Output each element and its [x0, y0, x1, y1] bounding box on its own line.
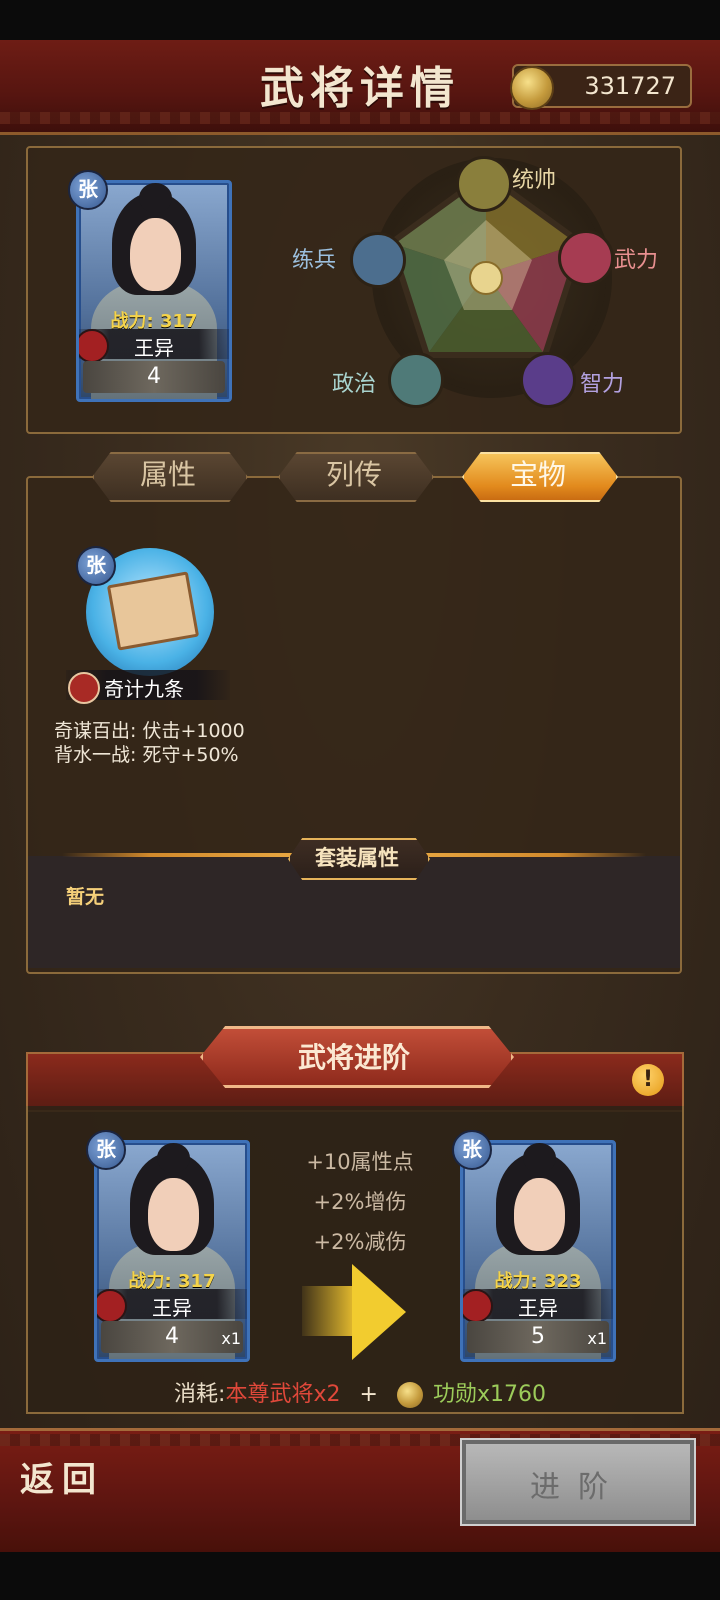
- advance-arrow-icon: [352, 1264, 406, 1360]
- advance-button-label: 进阶: [530, 1470, 626, 1505]
- advance-cost: 消耗:本尊武将x2 + 功勋x1760: [0, 1376, 720, 1408]
- merit-coin-icon: [396, 1382, 423, 1408]
- tab-treasure[interactable]: 宝物: [462, 452, 618, 502]
- training-icon: [350, 232, 406, 288]
- force-icon: [558, 230, 614, 286]
- politics-icon: [388, 352, 444, 408]
- merit-coin-icon: [510, 66, 554, 110]
- center-emblem: [469, 261, 503, 295]
- rarity-badge: 张: [86, 1130, 126, 1170]
- name-bar: 王异: [79, 329, 229, 363]
- rarity-badge: 张: [452, 1130, 492, 1170]
- set-value: 暂无: [66, 886, 105, 908]
- info-icon[interactable]: !: [632, 1064, 664, 1096]
- treasure-name: 奇计九条: [104, 677, 184, 701]
- bonus-line-2: +2%增伤: [313, 1190, 407, 1214]
- name-bar: 王异: [97, 1289, 247, 1323]
- advance-title: 武将进阶: [297, 1041, 410, 1074]
- bonus-line-1: +10属性点: [306, 1150, 414, 1174]
- general-card[interactable]: 战力: 317 王异 4: [76, 180, 232, 402]
- stat-training-label: 练兵: [292, 248, 337, 273]
- name-bar: 王异: [463, 1289, 613, 1323]
- cost-label: 消耗:: [174, 1382, 226, 1407]
- command-icon: [456, 156, 512, 212]
- general-name: 王异: [152, 1296, 192, 1320]
- advance-button[interactable]: 进阶: [460, 1438, 696, 1526]
- cost-item: 本尊武将x2: [225, 1382, 341, 1407]
- tab-label: 属性: [139, 458, 196, 491]
- intelligence-icon: [520, 352, 576, 408]
- currency-value: 331727: [584, 72, 676, 100]
- back-button[interactable]: 返回: [20, 1452, 104, 1501]
- advance-to-card[interactable]: 战力: 323 王异 5 x1: [460, 1140, 616, 1362]
- treasure-effect-1: 奇谋百出: 伏击+1000: [54, 720, 245, 742]
- tab-attributes[interactable]: 属性: [92, 452, 248, 502]
- level-bar: 4: [83, 361, 225, 393]
- advance-arrow-body: [302, 1286, 356, 1336]
- currency-display[interactable]: 331727: [510, 64, 692, 110]
- general-name: 王异: [518, 1296, 558, 1320]
- general-name: 王异: [134, 336, 174, 360]
- treasure-effect-2: 背水一战: 死守+50%: [54, 744, 239, 766]
- stat-force-label: 武力: [614, 248, 659, 273]
- app-root: 武将详情 331727 战力: 317 王异 4 张 统帅 武力 智力 政治 练…: [0, 0, 720, 1600]
- tab-label: 列传: [325, 458, 382, 491]
- book-icon: [106, 571, 200, 651]
- stat-intelligence-label: 智力: [580, 372, 625, 397]
- nav-bar-area: [0, 1552, 720, 1600]
- tab-biography[interactable]: 列传: [278, 452, 434, 502]
- general-level: 4: [147, 364, 161, 389]
- stat-command-label: 统帅: [512, 168, 557, 193]
- status-bar-area: [0, 0, 720, 40]
- cost-merit: 功勋x1760: [432, 1382, 546, 1407]
- bonus-line-3: +2%减伤: [313, 1230, 407, 1254]
- advance-from-card[interactable]: 战力: 317 王异 4 x1: [94, 1140, 250, 1362]
- card-count: x1: [221, 1329, 241, 1348]
- stat-politics-label: 政治: [332, 372, 377, 397]
- rarity-badge: 张: [68, 170, 108, 210]
- tab-label: 宝物: [509, 458, 566, 491]
- treasure-type-icon: [68, 672, 100, 704]
- treasure-rarity-badge: 张: [76, 546, 116, 586]
- card-count: x1: [587, 1329, 607, 1348]
- set-title: 套装属性: [315, 845, 399, 870]
- cost-plus: +: [359, 1382, 378, 1407]
